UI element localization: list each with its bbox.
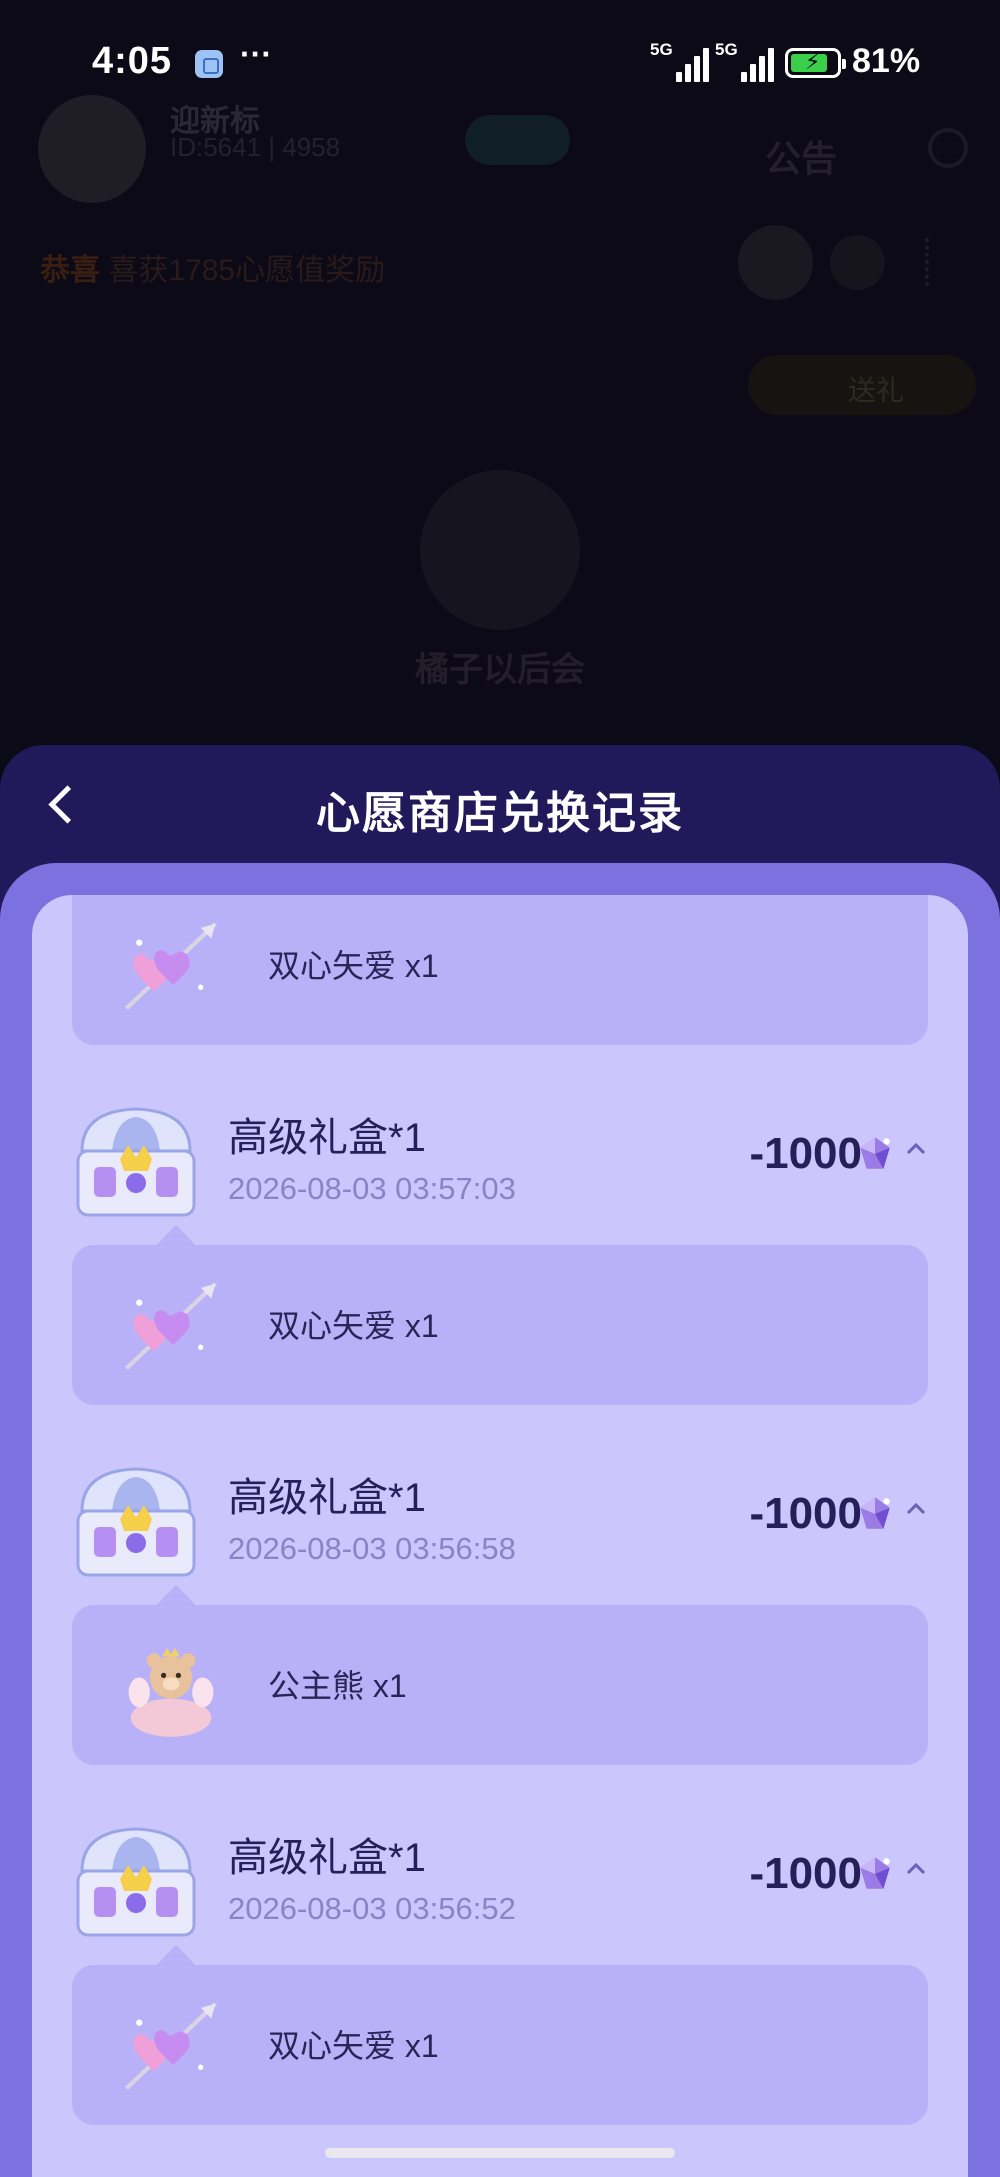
record-amount: -1000 (749, 1129, 862, 1178)
room-avatar (38, 95, 146, 203)
reward-box: 双心矢爱 x1 (72, 895, 928, 1045)
reward-box: 双心矢爱 x1 (72, 1225, 928, 1405)
exchange-records-sheet: 心愿商店兑换记录 双心矢爱 x1 高级礼盒*1 2026-08-03 03:57… (0, 745, 1000, 2177)
chevron-up-icon[interactable] (904, 1857, 928, 1881)
record-date: 2026-08-03 03:56:58 (228, 1531, 516, 1566)
reward-label: 公主熊 x1 (268, 1668, 407, 1704)
purple-gem-icon (860, 1497, 890, 1529)
background-room-overlay[interactable]: 迎新标 ID:5641 | 4958 公告 恭喜 喜获1785心愿值奖励 送礼 … (0, 0, 1000, 745)
reward-label: 双心矢爱 x1 (268, 948, 439, 984)
reward-label: 双心矢爱 x1 (268, 2028, 439, 2064)
home-indicator[interactable] (325, 2148, 675, 2158)
host-name: 橘子以后会 (415, 651, 585, 689)
marquee-banner: 恭喜 喜获1785心愿值奖励 (40, 245, 385, 289)
treasure-chest-icon (76, 1107, 196, 1217)
online-user-avatar (830, 235, 885, 290)
record-title: 高级礼盒*1 (228, 1116, 426, 1160)
power-icon (928, 128, 968, 168)
double-heart-arrow-icon (125, 922, 217, 1010)
follow-pill (465, 115, 570, 165)
chevron-up-icon[interactable] (904, 1497, 928, 1521)
records-list[interactable]: 双心矢爱 x1 高级礼盒*1 2026-08-03 03:57:03 -1000 (32, 895, 968, 2177)
notice-label: 公告 (765, 138, 838, 179)
room-badge-label: 送礼 (848, 375, 905, 406)
room-id: ID:5641 | 4958 (170, 132, 341, 162)
treasure-chest-icon (76, 1827, 196, 1937)
marquee-text: 喜获1785心愿值奖励 (108, 254, 386, 287)
record-date: 2026-08-03 03:56:52 (228, 1891, 516, 1926)
princess-bear-icon (128, 1647, 214, 1737)
record-date: 2026-08-03 03:57:03 (228, 1171, 516, 1206)
double-heart-arrow-icon (125, 2002, 217, 2090)
record-amount: -1000 (749, 1849, 862, 1898)
host-avatar (420, 470, 580, 630)
sheet-header: 心愿商店兑换记录 (0, 745, 1000, 863)
chevron-up-icon[interactable] (904, 1137, 928, 1161)
purple-gem-icon (860, 1137, 890, 1169)
sheet-title: 心愿商店兑换记录 (316, 789, 684, 838)
record-title: 高级礼盒*1 (228, 1836, 426, 1880)
reward-label: 双心矢爱 x1 (268, 1308, 439, 1344)
room-badge: 送礼 (748, 355, 976, 415)
more-icon (925, 238, 933, 286)
reward-box: 公主熊 x1 (72, 1585, 928, 1765)
record-amount: -1000 (749, 1489, 862, 1538)
double-heart-arrow-icon (125, 1282, 217, 1370)
purple-gem-icon (860, 1857, 890, 1889)
record-title: 高级礼盒*1 (228, 1476, 426, 1520)
online-user-avatar (738, 225, 813, 300)
marquee-prefix: 恭喜 (40, 254, 100, 287)
records-panel: 双心矢爱 x1 高级礼盒*1 2026-08-03 03:57:03 -1000 (0, 863, 1000, 2177)
reward-box: 双心矢爱 x1 (72, 1945, 928, 2125)
treasure-chest-icon (76, 1467, 196, 1577)
